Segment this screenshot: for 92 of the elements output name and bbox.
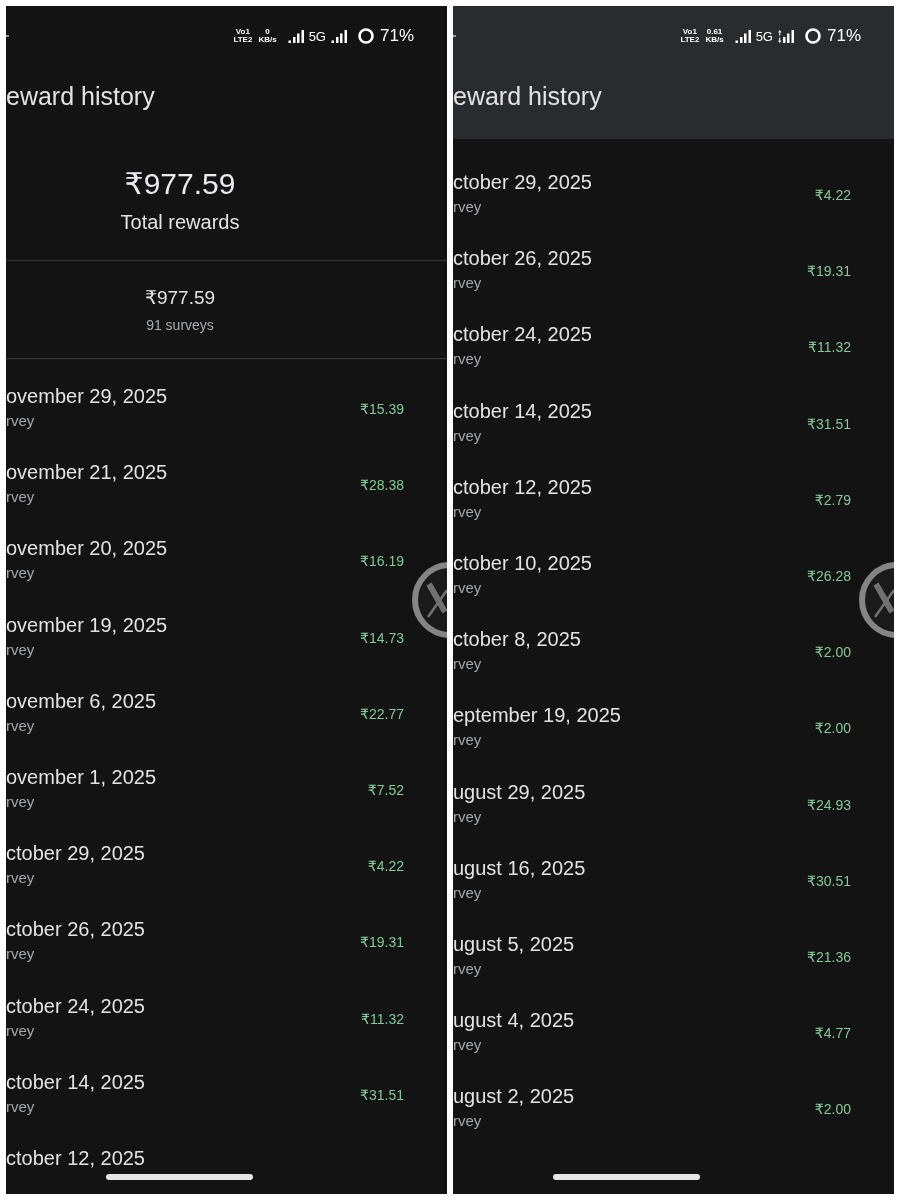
page-title: eward history [6, 81, 156, 112]
reward-date: ctober 24, 2025 [453, 322, 592, 347]
reward-date: ovember 1, 2025 [6, 764, 157, 789]
ring-icon [804, 28, 821, 44]
reward-type: rvey [453, 349, 482, 370]
reward-date: ctober 12, 2025 [6, 1145, 145, 1170]
reward-amount: ₹4.22 [814, 186, 851, 204]
reward-amount: ₹4.22 [367, 857, 404, 876]
reward-date: ovember 29, 2025 [6, 384, 168, 408]
reward-type: rvey [6, 715, 35, 736]
reward-date: ctober 14, 2025 [6, 1069, 145, 1094]
data-speed-label: 0.61 KB/s [705, 28, 724, 44]
reward-type: rvey [453, 1111, 482, 1132]
reward-type: rvey [6, 868, 35, 889]
reward-amount: ₹19.31 [807, 262, 851, 281]
page-title: eward history [453, 81, 603, 112]
battery-level-label: 71% [826, 26, 861, 46]
reward-amount: ₹31.51 [360, 1085, 404, 1104]
reward-date: ovember 19, 2025 [6, 612, 168, 637]
data-speed-label: 0 KB/s [258, 28, 277, 44]
reward-type: rvey [453, 273, 482, 294]
reward-date: ugust 16, 2025 [453, 855, 586, 880]
reward-type: rvey [6, 1096, 35, 1117]
floating-bubble-icon[interactable] [858, 562, 894, 638]
reward-date: ctober 26, 2025 [453, 246, 592, 271]
reward-amount: ₹16.19 [360, 552, 404, 571]
ring-icon [357, 28, 374, 44]
reward-amount: ₹26.28 [807, 566, 851, 585]
reward-type: rvey [453, 501, 482, 522]
reward-type: rvey [6, 487, 35, 508]
total-label: Total rewards [120, 210, 240, 234]
reward-date: ctober 8, 2025 [453, 627, 581, 652]
reward-date: ovember 6, 2025 [6, 688, 157, 713]
reward-date: ctober 12, 2025 [453, 474, 592, 499]
battery-level-label: 71% [379, 26, 414, 46]
reward-amount: ₹2.00 [814, 719, 851, 738]
reward-type: rvey [453, 730, 482, 751]
reward-amount: ₹2.00 [814, 643, 851, 662]
reward-type: rvey [453, 197, 482, 217]
reward-date: ctober 29, 2025 [6, 841, 145, 866]
reward-amount: ₹28.38 [360, 476, 404, 495]
floating-bubble-icon[interactable] [411, 562, 447, 638]
reward-amount: ₹2.00 [814, 1100, 851, 1119]
reward-date: ugust 4, 2025 [453, 1008, 575, 1033]
reward-amount: ₹15.39 [360, 400, 404, 418]
reward-type: rvey [6, 944, 35, 965]
reward-type: rvey [453, 1035, 482, 1056]
reward-type: rvey [6, 791, 35, 812]
signal-icon [734, 29, 751, 43]
signal-icon [287, 29, 304, 43]
reward-type: rvey [453, 882, 482, 903]
reward-type: rvey [453, 425, 482, 446]
reward-date: eptember 19, 2025 [453, 703, 621, 728]
reward-amount: ₹2.79 [814, 490, 851, 509]
reward-amount: ₹11.32 [361, 1009, 404, 1028]
network-label: 5G [308, 28, 326, 44]
network-type-label: Vo1 LTE2 [680, 28, 700, 44]
reward-date: ugust 29, 2025 [453, 779, 586, 804]
reward-amount: ₹21.36 [807, 947, 851, 966]
reward-date: ovember 20, 2025 [6, 536, 168, 561]
reward-amount: ₹14.73 [360, 628, 404, 647]
reward-type: rvey [453, 958, 482, 979]
reward-amount: ₹24.93 [807, 795, 851, 814]
reward-type: rvey [6, 563, 35, 584]
reward-amount: ₹31.51 [807, 414, 851, 433]
reward-type: rvey [453, 806, 482, 827]
reward-amount: ₹22.77 [360, 704, 404, 723]
reward-amount: ₹7.52 [367, 780, 404, 799]
reward-type: rvey [453, 577, 482, 598]
survey-count: 91 surveys [146, 316, 214, 334]
reward-date: ctober 26, 2025 [6, 917, 145, 942]
reward-date: ctober 24, 2025 [6, 993, 145, 1018]
network-type-label: Vo1 LTE2 [233, 28, 253, 44]
reward-type: rvey [6, 1020, 35, 1041]
reward-date: ovember 21, 2025 [6, 460, 168, 485]
reward-date: ctober 10, 2025 [453, 550, 592, 575]
reward-type: rvey [6, 411, 35, 431]
subtotal-amount: ₹977.59 [144, 287, 216, 309]
dash-icon [6, 35, 9, 37]
total-amount: ₹977.59 [124, 166, 236, 202]
reward-date: ctober 14, 2025 [453, 398, 592, 423]
reward-date: ctober 29, 2025 [453, 170, 592, 194]
reward-amount: ₹30.51 [807, 871, 851, 890]
reward-amount: ₹19.31 [360, 933, 404, 952]
reward-type: rvey [453, 654, 482, 675]
reward-date: ugust 5, 2025 [453, 931, 575, 956]
reward-type: rvey [6, 639, 35, 660]
dash-icon [453, 35, 456, 37]
reward-date: ugust 2, 2025 [453, 1084, 575, 1109]
network-label: 5G [755, 28, 773, 44]
reward-amount: ₹11.32 [808, 338, 851, 357]
reward-amount: ₹4.77 [814, 1024, 851, 1043]
